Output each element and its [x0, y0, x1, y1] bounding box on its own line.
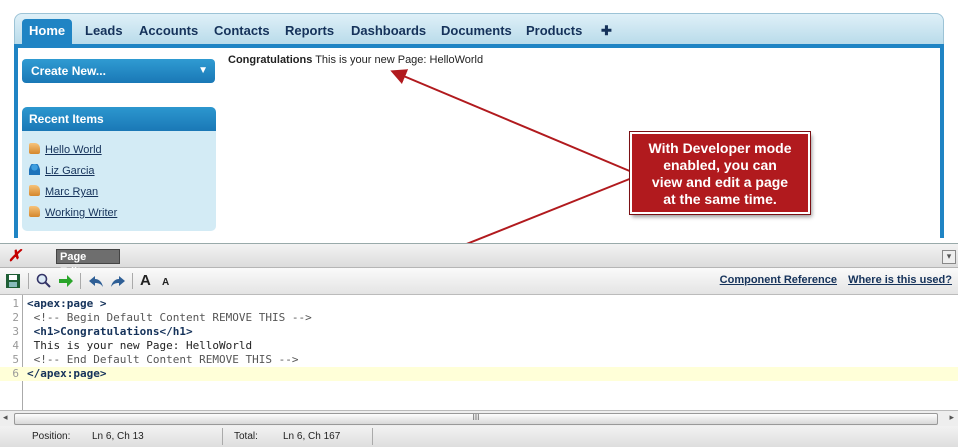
scroll-left-icon[interactable]: ◂ [3, 412, 8, 423]
increase-font-icon[interactable]: A [140, 272, 151, 290]
annotation-callout: With Developer mode enabled, you can vie… [629, 131, 811, 215]
status-divider [372, 428, 373, 445]
total-label: Total: [234, 431, 258, 442]
code-text[interactable]: </apex:page> [27, 367, 106, 381]
status-bar: Position: Ln 6, Ch 13 Total: Ln 6, Ch 16… [0, 426, 958, 447]
arrow-to-preview [390, 69, 633, 173]
save-icon[interactable] [6, 272, 20, 290]
line-number: 4 [12, 339, 19, 352]
search-icon[interactable] [36, 272, 52, 290]
toolbar-separator [28, 273, 29, 289]
callout-line: enabled, you can [663, 157, 777, 173]
code-text[interactable]: This is your new Page: HelloWorld [27, 339, 253, 353]
status-divider [222, 428, 223, 445]
code-text[interactable]: <!-- Begin Default Content REMOVE THIS -… [27, 311, 312, 325]
line-number: 3 [12, 325, 19, 338]
editor-toolbar: A A Component Reference Where is this us… [0, 268, 958, 295]
code-line: 5 <!-- End Default Content REMOVE THIS -… [0, 353, 958, 367]
decrease-font-icon[interactable]: A [162, 274, 169, 292]
developer-footer-header: ✗ Page Editor ▾ [0, 243, 958, 278]
total-value: Ln 6, Ch 167 [283, 431, 341, 442]
close-icon[interactable]: ✗ [8, 246, 21, 266]
code-line: 4 This is your new Page: HelloWorld [0, 339, 958, 353]
code-line-current: 6 </apex:page> [0, 367, 958, 381]
scroll-grip: III [472, 413, 480, 422]
code-editor[interactable]: 1 <apex:page > 2 <!-- Begin Default Cont… [0, 295, 958, 410]
code-text[interactable]: <apex:page > [27, 297, 106, 311]
code-line: 1 <apex:page > [0, 297, 958, 311]
code-line: 2 <!-- Begin Default Content REMOVE THIS… [0, 311, 958, 325]
page-editor-tab[interactable]: Page Editor [56, 249, 120, 278]
callout-line: at the same time. [663, 191, 777, 207]
toolbar-separator [80, 273, 81, 289]
line-number: 2 [12, 311, 19, 324]
code-text[interactable]: <!-- End Default Content REMOVE THIS --> [27, 353, 299, 367]
callout-line: With Developer mode [648, 140, 792, 156]
redo-icon[interactable] [110, 272, 126, 290]
component-reference-link[interactable]: Component Reference [720, 274, 837, 286]
horizontal-scrollbar[interactable]: ◂ III ▸ [0, 410, 958, 426]
scroll-right-icon[interactable]: ▸ [949, 412, 954, 423]
code-line: 3 <h1>Congratulations</h1> [0, 325, 958, 339]
undo-icon[interactable] [88, 272, 104, 290]
collapse-icon[interactable]: ▾ [942, 250, 956, 264]
editor-links: Component Reference Where is this used? [712, 274, 952, 286]
line-number: 6 [12, 367, 19, 380]
line-number: 1 [12, 297, 19, 310]
callout-line: view and edit a page [651, 174, 789, 190]
position-label: Position: [32, 431, 71, 442]
code-text[interactable]: <h1>Congratulations</h1> [27, 325, 193, 339]
line-number: 5 [12, 353, 19, 366]
go-to-line-icon[interactable] [58, 272, 74, 290]
where-is-this-used-link[interactable]: Where is this used? [848, 274, 952, 286]
toolbar-separator [132, 273, 133, 289]
position-value: Ln 6, Ch 13 [92, 431, 144, 442]
scroll-thumb[interactable]: III [14, 413, 938, 425]
